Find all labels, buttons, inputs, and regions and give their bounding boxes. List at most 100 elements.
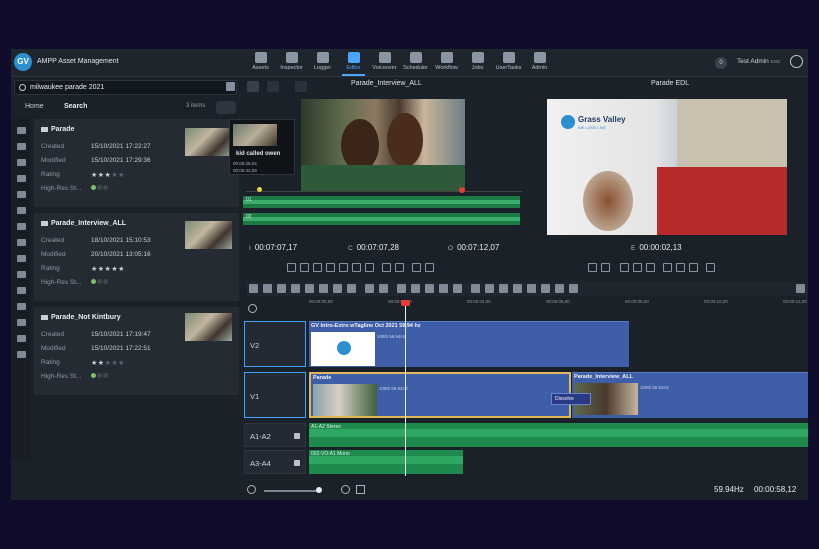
film-icon[interactable] (16, 239, 26, 246)
user-name[interactable]: Test Admin ENG (737, 58, 780, 65)
asset-thumbnail[interactable] (185, 221, 232, 249)
save-search-icon[interactable] (226, 82, 235, 91)
copy-icon[interactable] (411, 284, 420, 293)
track-header-a1a2[interactable]: A1-A2 (244, 423, 306, 447)
snap-icon[interactable] (249, 284, 258, 293)
mark-out-icon[interactable] (601, 263, 610, 272)
asset-thumbnail[interactable] (185, 313, 232, 341)
view-toggle-icon[interactable] (267, 81, 279, 92)
image-icon[interactable] (499, 284, 508, 293)
redo-icon[interactable] (379, 284, 388, 293)
program-video[interactable]: Grass Valley WE LOVE LIVE (547, 99, 787, 235)
list-item[interactable]: Parade_Interview_ALL Created 18/10/2021 1… (34, 213, 239, 301)
film-icon[interactable] (16, 223, 26, 230)
rating-stars[interactable]: ★★★★★ (91, 359, 125, 367)
audio-meter-icon[interactable] (663, 263, 672, 272)
edit-timecode[interactable]: E 00:00:02,13 (631, 243, 682, 255)
nav-workflow[interactable]: Workflow (431, 49, 462, 77)
eject-icon[interactable] (706, 263, 715, 272)
save-icon[interactable] (263, 284, 272, 293)
search-input[interactable]: milwaukee parade 2021 × (14, 80, 237, 95)
zoom-out-icon[interactable] (247, 485, 256, 494)
timeline-clip[interactable]: GV Intro-Extro wTagline Oct 2021 59.94 h… (309, 321, 629, 367)
nav-scheduler[interactable]: Scheduler (400, 49, 431, 77)
zoom-slider[interactable] (264, 490, 321, 492)
speaker-icon[interactable] (294, 433, 300, 439)
out-timecode[interactable]: O 00:07:12,07 (448, 243, 499, 255)
marker-icon[interactable] (257, 187, 262, 192)
image-icon[interactable] (16, 255, 26, 262)
link-icon[interactable] (453, 284, 462, 293)
avatar[interactable] (790, 55, 803, 68)
list-item[interactable]: Parade Created 15/10/2021 17:22:27 Modifi… (34, 119, 239, 207)
audio-clip[interactable]: 002-VO:A1 Mono (309, 450, 463, 474)
eject-icon[interactable] (425, 263, 434, 272)
render-icon[interactable] (569, 284, 578, 293)
source-scrub[interactable] (246, 191, 522, 192)
dissolve-transition[interactable]: Dissolve (551, 393, 591, 405)
rating-stars[interactable]: ★★★★★ (91, 171, 125, 179)
mark-in-icon[interactable] (287, 263, 296, 272)
step-fwd-icon[interactable] (633, 263, 642, 272)
match-icon[interactable] (646, 263, 655, 272)
step-back-icon[interactable] (620, 263, 629, 272)
group-icon[interactable] (471, 284, 480, 293)
audio-clip[interactable]: A1-A2 Stereo (309, 423, 808, 447)
folder-icon[interactable] (16, 143, 26, 150)
source-video[interactable] (301, 99, 465, 191)
audio-meter-icon[interactable] (382, 263, 391, 272)
current-timecode[interactable]: C 00:07:07,28 (348, 243, 399, 255)
audio-icon[interactable] (16, 319, 26, 326)
record-icon[interactable] (689, 263, 698, 272)
breadcrumb-home[interactable]: Home (25, 103, 44, 110)
zoom-slider-handle[interactable] (316, 487, 322, 493)
timeline-clip[interactable]: Parade 1080i 59.94Hz (309, 372, 571, 418)
timeline-ruler[interactable]: 00:00:00,00 00:00:02,00 00:00:04,00 00:0… (309, 299, 808, 309)
go-in-icon[interactable] (313, 263, 322, 272)
mark-out-icon[interactable] (300, 263, 309, 272)
timeline-playhead[interactable] (405, 301, 406, 476)
nav-logger[interactable]: Logger (307, 49, 338, 77)
nav-assets[interactable]: Assets (245, 49, 276, 77)
breadcrumb-search[interactable]: Search (64, 103, 87, 110)
fit-icon[interactable] (356, 485, 365, 494)
source-playhead[interactable] (459, 187, 465, 193)
paste-icon[interactable] (425, 284, 434, 293)
text-icon[interactable] (513, 284, 522, 293)
image-icon[interactable] (16, 303, 26, 310)
import-icon[interactable] (16, 127, 26, 134)
image-icon[interactable] (16, 271, 26, 278)
settings-icon[interactable] (796, 284, 805, 293)
search-icon[interactable] (16, 191, 26, 198)
search-icon[interactable] (16, 159, 26, 166)
close-icon[interactable] (347, 284, 356, 293)
film-icon[interactable] (16, 287, 26, 294)
loop-icon[interactable] (676, 263, 685, 272)
track-header-v1[interactable]: V1 (244, 372, 306, 418)
list-item[interactable]: Parade_Not Kintbury Created 15/10/2021 17… (34, 307, 239, 395)
list-icon[interactable] (295, 81, 307, 92)
speaker-icon[interactable] (294, 460, 300, 466)
add-track-icon[interactable] (248, 304, 257, 313)
folder-icon[interactable] (16, 207, 26, 214)
timeline-clip[interactable]: Parade_Interview_ALL 1080i 59.94Hz (572, 372, 808, 418)
mark-in-icon[interactable] (588, 263, 597, 272)
overwrite-icon[interactable] (333, 284, 342, 293)
nav-jobs[interactable]: Jobs (462, 49, 493, 77)
playhead-handle[interactable] (401, 300, 410, 306)
text-icon[interactable] (291, 284, 300, 293)
insert-icon[interactable] (412, 263, 421, 272)
nav-inspector[interactable]: Inspector (276, 49, 307, 77)
track-header-a3a4[interactable]: A3-A4 (244, 450, 306, 474)
undo-icon[interactable] (365, 284, 374, 293)
folder-icon[interactable] (16, 175, 26, 182)
nav-admin[interactable]: Admin (524, 49, 555, 77)
split-icon[interactable] (541, 284, 550, 293)
marker-icon[interactable] (485, 284, 494, 293)
nav-editor[interactable]: Editor (338, 49, 369, 77)
view-toggle-icon[interactable] (247, 81, 259, 92)
extract-icon[interactable] (319, 284, 328, 293)
match-icon[interactable] (365, 263, 374, 272)
camera-icon[interactable] (277, 284, 286, 293)
go-out-icon[interactable] (326, 263, 335, 272)
